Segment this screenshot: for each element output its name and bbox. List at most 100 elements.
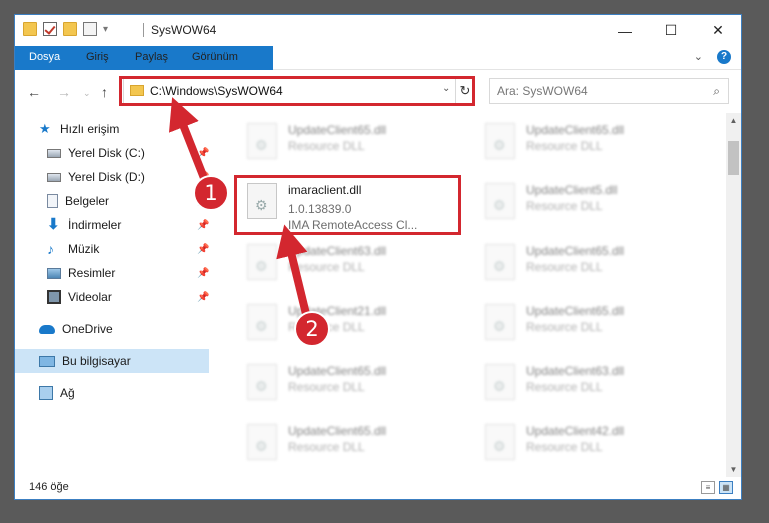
disk-icon (47, 172, 61, 182)
sidebar-item-downloads[interactable]: ⬇ İndirmeler 📌 (47, 213, 209, 237)
scroll-thumb[interactable] (728, 141, 739, 175)
title-bar: ▾ SysWOW64 — ☐ ✕ (15, 15, 741, 46)
sidebar-item-label: Yerel Disk (D:) (68, 170, 145, 184)
file-description: IMA RemoteAccess Cl... (288, 218, 418, 232)
window-title: SysWOW64 (151, 23, 217, 37)
properties-check-icon[interactable] (43, 22, 57, 36)
sidebar-item-onedrive[interactable]: OneDrive (39, 317, 209, 341)
pictures-icon (47, 267, 61, 279)
list-item[interactable]: UpdateClient65.dll Resource DLL (239, 418, 469, 474)
address-folder-icon (130, 85, 144, 96)
address-dropdown-icon[interactable]: ⌄ (442, 83, 450, 94)
back-button[interactable]: ← (27, 84, 41, 100)
dll-file-icon (485, 244, 515, 280)
network-icon (39, 386, 53, 400)
dll-file-icon (247, 424, 277, 460)
document-icon (47, 194, 58, 208)
navigation-bar: ← → ⌄ ↑ C:\Windows\SysWOW64 ⌄ ↻ Ara: Sys… (15, 70, 741, 112)
sidebar-item-label: İndirmeler (68, 218, 122, 232)
sidebar-item-label: Ağ (60, 386, 75, 400)
tab-view[interactable]: Görünüm (179, 46, 251, 69)
list-item[interactable]: UpdateClient21.dll Resource DLL (239, 298, 469, 354)
ribbon-tabs: Dosya Giriş Paylaş Görünüm ⌄ ? (15, 46, 741, 102)
list-item[interactable]: UpdateClient42.dll Resource DLL (477, 418, 707, 474)
view-switcher: ≡ ▦ (701, 481, 733, 494)
large-icons-view-icon[interactable]: ▦ (719, 481, 733, 494)
pin-icon: 📌 (197, 243, 210, 255)
item-count: 146 öğe (29, 481, 69, 493)
minimize-button[interactable]: — (602, 15, 648, 46)
sidebar-item-disk-c[interactable]: Yerel Disk (C:) 📌 (47, 141, 209, 165)
tab-home[interactable]: Giriş (73, 46, 122, 69)
vertical-scrollbar[interactable]: ▲ ▼ (726, 113, 741, 477)
view-options-icon[interactable] (83, 22, 97, 36)
list-item[interactable]: UpdateClient63.dll Resource DLL (239, 238, 469, 294)
highlighted-file-item[interactable]: imaraclient.dll 1.0.13839.0 IMA RemoteAc… (239, 177, 469, 233)
address-bar[interactable]: C:\Windows\SysWOW64 ⌄ ↻ (123, 78, 474, 104)
list-item[interactable]: UpdateClient5.dll Resource DLL (477, 177, 707, 233)
sidebar-item-label: Belgeler (65, 194, 110, 208)
dll-file-icon (247, 304, 277, 340)
sidebar-item-label: Bu bilgisayar (62, 354, 131, 368)
customize-toolbar-icon[interactable]: ▾ (103, 24, 108, 35)
folder-icon (23, 22, 37, 36)
close-button[interactable]: ✕ (695, 15, 741, 46)
scroll-up-icon[interactable]: ▲ (726, 113, 741, 128)
file-name: imaraclient.dll (288, 183, 362, 197)
status-bar: 146 öğe ≡ ▦ (15, 477, 741, 499)
computer-icon (39, 355, 55, 367)
sidebar-item-quick-access[interactable]: ★ Hızlı erişim (39, 117, 209, 141)
dll-file-icon (247, 183, 277, 219)
address-path[interactable]: C:\Windows\SysWOW64 (150, 84, 283, 98)
cloud-icon (39, 324, 55, 334)
dll-file-icon (485, 183, 515, 219)
sidebar-item-videos[interactable]: Videolar 📌 (47, 285, 209, 309)
sidebar-item-music[interactable]: ♪ Müzik 📌 (47, 237, 209, 261)
sidebar-item-label: Videolar (68, 290, 112, 304)
new-folder-icon[interactable] (63, 22, 77, 36)
sidebar-item-this-pc[interactable]: Bu bilgisayar (15, 349, 209, 373)
sidebar-item-documents[interactable]: Belgeler 📌 (47, 189, 209, 213)
pin-icon: 📌 (197, 219, 210, 231)
sidebar-item-label: Müzik (68, 242, 100, 256)
list-item[interactable]: UpdateClient65.dll Resource DLL (477, 298, 707, 354)
sidebar-item-pictures[interactable]: Resimler 📌 (47, 261, 209, 285)
dll-file-icon (247, 123, 277, 159)
list-item[interactable]: UpdateClient65.dll Resource DLL (239, 358, 469, 414)
help-icon[interactable]: ? (717, 50, 731, 64)
dll-file-icon (485, 424, 515, 460)
dll-file-icon (485, 304, 515, 340)
list-item[interactable]: UpdateClient63.dll Resource DLL (477, 358, 707, 414)
refresh-button[interactable]: ↻ (455, 79, 474, 103)
search-box[interactable]: Ara: SysWOW64 ⌕ (489, 78, 729, 104)
disk-icon (47, 148, 61, 158)
step-badge-2: 2 (294, 311, 330, 347)
list-item[interactable]: UpdateClient65.dll Resource DLL (239, 117, 469, 173)
ribbon-expand-icon[interactable]: ⌄ (694, 50, 703, 64)
tab-share[interactable]: Paylaş (122, 46, 181, 69)
dll-file-icon (485, 364, 515, 400)
dll-file-icon (485, 123, 515, 159)
scroll-down-icon[interactable]: ▼ (726, 462, 741, 477)
sidebar-item-disk-d[interactable]: Yerel Disk (D:) 📌 (47, 165, 209, 189)
forward-button[interactable]: → (57, 84, 71, 100)
sidebar-item-label: Resimler (68, 266, 116, 280)
sidebar-item-label: OneDrive (62, 322, 113, 336)
star-icon: ★ (39, 121, 51, 136)
search-icon[interactable]: ⌕ (713, 84, 720, 99)
title-separator (143, 23, 144, 37)
recent-locations-icon[interactable]: ⌄ (83, 88, 91, 99)
dll-file-icon (247, 364, 277, 400)
details-view-icon[interactable]: ≡ (701, 481, 715, 494)
pin-icon: 📌 (197, 267, 210, 279)
list-item[interactable]: UpdateClient65.dll Resource DLL (477, 117, 707, 173)
list-item[interactable]: UpdateClient65.dll Resource DLL (477, 238, 707, 294)
sidebar-item-label: Yerel Disk (C:) (68, 146, 145, 160)
search-placeholder: Ara: SysWOW64 (497, 84, 588, 98)
sidebar-item-network[interactable]: Ağ (39, 381, 209, 405)
quick-access-toolbar: ▾ (23, 22, 108, 36)
file-list: UpdateClient65.dll Resource DLL imaracli… (224, 115, 724, 477)
step-badge-1: 1 (193, 175, 229, 211)
up-button[interactable]: ↑ (101, 84, 108, 100)
maximize-button[interactable]: ☐ (648, 15, 694, 46)
